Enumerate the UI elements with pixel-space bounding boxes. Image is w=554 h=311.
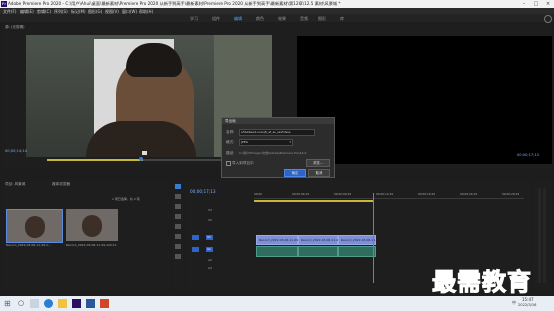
playhead-icon[interactable]	[139, 157, 143, 161]
source-patch-v1[interactable]	[192, 235, 199, 240]
browse-button[interactable]: 浏览...	[306, 159, 330, 167]
audio-meters-panel	[533, 180, 552, 292]
track-select-tool-icon[interactable]	[175, 194, 181, 199]
clip-name: Record_2022-03-06-11-49-1...	[6, 243, 51, 247]
workspace-tab-learn[interactable]: 学习	[190, 16, 198, 22]
timeline-audio-clip[interactable]	[298, 246, 338, 257]
workspace-tab-color[interactable]: 颜色	[256, 16, 264, 22]
app-icon[interactable]	[100, 299, 109, 308]
window-title: Adobe Premiere Pro 2020 - C:\用户\Ahui\桌面\…	[8, 1, 341, 6]
workspace-tab-effects[interactable]: 效果	[278, 16, 286, 22]
track-target-a1[interactable]: A1	[206, 247, 213, 252]
clip-thumbnail[interactable]	[66, 209, 118, 241]
timeline-video-clip[interactable]: Record_2022-03-06-11-49-1.mp4 [V]	[256, 235, 314, 245]
path-label: 路径:	[226, 151, 235, 155]
clock-time[interactable]: 15:47	[522, 297, 534, 302]
import-checkbox-label: 导入到项目中	[232, 161, 254, 165]
program-timecode: 00;00;17;13	[517, 153, 539, 157]
edge-icon[interactable]	[44, 299, 53, 308]
track-label-v2: V2	[208, 218, 212, 222]
premiere-taskbar-icon[interactable]	[72, 299, 81, 308]
minimize-button[interactable]: –	[518, 0, 530, 8]
track-label-a3: A3	[208, 266, 212, 270]
track-target-v1[interactable]: V1	[206, 235, 213, 240]
timeline-playhead[interactable]	[373, 193, 374, 283]
source-monitor-tab[interactable]: 源: (无剪辑)	[5, 25, 25, 30]
cancel-button[interactable]: 取消	[308, 169, 330, 177]
dialog-header: 导出帧	[222, 118, 334, 124]
type-tool-icon[interactable]	[175, 254, 181, 259]
taskbar: ⊞ ○ 中 15:47 2022/3/16	[0, 296, 554, 311]
path-value: C:\用户\Pmagic\文档\Adobe\Premiere Pro\14.0	[239, 151, 307, 155]
title-bar: Pr Adobe Premiere Pro 2020 - C:\用户\Ahui\…	[0, 0, 554, 8]
source-timecode: 00;00;14;14	[5, 149, 27, 153]
input-language[interactable]: 中	[512, 300, 516, 306]
close-button[interactable]: ×	[542, 0, 554, 8]
project-tab[interactable]: 项目: 风景城	[5, 182, 25, 187]
clip-thumbnail[interactable]	[6, 209, 63, 243]
slip-tool-icon[interactable]	[175, 224, 181, 229]
timeline-audio-clip[interactable]	[256, 246, 298, 257]
timeline-video-clip[interactable]: Record_2022-03-06-11-49-1.mp4 [V]	[338, 235, 396, 245]
maximize-button[interactable]: □	[530, 0, 542, 8]
track-label-a2: A2	[208, 258, 212, 262]
format-label: 格式:	[226, 140, 235, 144]
word-icon[interactable]	[86, 299, 95, 308]
tools-panel	[173, 180, 183, 292]
chevron-down-icon: ▾	[289, 140, 291, 144]
pen-tool-icon[interactable]	[175, 234, 181, 239]
program-monitor-panel: 00;00;17;13	[297, 23, 552, 168]
export-frame-dialog: 导出帧 名称: a5ba9ee4-ruanj8_af_ss_sss5dsss 格…	[221, 117, 335, 178]
work-area-bar[interactable]	[254, 200, 374, 202]
task-view-icon[interactable]	[30, 299, 39, 308]
name-input[interactable]: a5ba9ee4-ruanj8_af_ss_sss5dsss	[239, 129, 315, 136]
program-video-frame	[297, 36, 552, 164]
workspace-tab-audio[interactable]: 音频	[300, 16, 308, 22]
project-panel: 项目: 风景城 媒体浏览器 1 项已选择，共 2 项 Record_2022-0…	[2, 180, 170, 292]
clip-duration: 15;11	[108, 243, 117, 247]
dialog-title: 导出帧	[225, 119, 236, 123]
workspace-tab-editing[interactable]: 编辑	[234, 16, 242, 22]
search-icon[interactable]	[544, 15, 552, 23]
media-browser-tab[interactable]: 媒体浏览器	[52, 182, 70, 187]
timeline-video-clip[interactable]: Record_2022-03-06-11-49-1.mp4 [V]	[298, 235, 356, 245]
razor-tool-icon[interactable]	[175, 214, 181, 219]
workspace-tab-graphics[interactable]: 图形	[318, 16, 326, 22]
workspace-tab-assembly[interactable]: 组件	[212, 16, 220, 22]
name-label: 名称:	[226, 130, 235, 134]
search-icon[interactable]: ○	[18, 299, 27, 308]
ripple-edit-tool-icon[interactable]	[175, 204, 181, 209]
source-patch-a1[interactable]	[192, 247, 199, 252]
windows-start-icon[interactable]: ⊞	[4, 299, 13, 308]
import-checkbox[interactable]	[226, 161, 231, 166]
watermark-logo: 最需教育	[432, 267, 532, 297]
clock-date[interactable]: 2022/3/16	[518, 303, 536, 307]
workspace-bar: 学习 组件 编辑 颜色 效果 音频 图形 库	[0, 14, 554, 23]
item-count: 1 项已选择，共 2 项	[112, 197, 140, 201]
ok-button[interactable]: 确定	[284, 169, 306, 177]
clip-name: Record_2022-03-06-11-49-1...	[66, 243, 111, 247]
time-ruler[interactable]: 00;00 00;00;04;29 00;00;09;29 00;00;14;2…	[254, 192, 524, 199]
format-select[interactable]: JPEG ▾	[239, 139, 293, 146]
selection-tool-icon[interactable]	[175, 184, 181, 189]
timeline-audio-clip[interactable]	[338, 246, 376, 257]
timeline-timecode: 00;00;17;13	[190, 189, 216, 194]
file-explorer-icon[interactable]	[58, 299, 67, 308]
track-headers: V3 V2 V1 A1 A2 A3	[190, 204, 248, 274]
play-button[interactable]	[142, 151, 147, 155]
workspace-tab-libraries[interactable]: 库	[340, 16, 344, 22]
track-label-v3: V3	[208, 208, 212, 212]
premiere-logo-icon: Pr	[1, 1, 7, 7]
hand-tool-icon[interactable]	[175, 244, 181, 249]
